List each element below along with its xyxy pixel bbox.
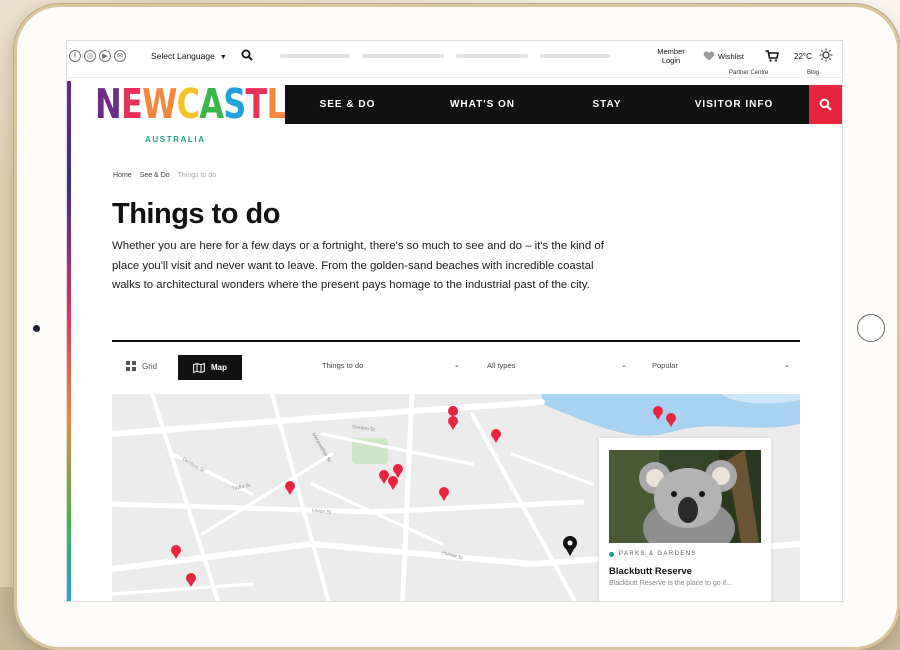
secondary-link[interactable] <box>280 54 350 58</box>
instagram-icon[interactable]: ◎ <box>84 50 96 62</box>
map-icon <box>193 362 205 373</box>
sort-select[interactable]: Popular ⌄ <box>652 361 792 370</box>
language-select[interactable]: Select Language ▼ <box>151 51 227 61</box>
types-value: All types <box>487 361 516 370</box>
map-popup-card[interactable]: PARKS & GARDENS Blackbutt Reserve Blackb… <box>599 438 771 601</box>
chevron-down-icon: ⌄ <box>454 362 460 369</box>
logo-letter: E <box>120 80 143 128</box>
logo-letter: A <box>199 80 224 128</box>
breadcrumb-see-do[interactable]: See & Do <box>140 172 170 179</box>
logo-letter: N <box>95 80 122 128</box>
breadcrumb: Home See & Do Things to do <box>113 172 216 179</box>
filter-bar: Grid Map Things to do ⌄ All types ⌄ Popu… <box>112 354 800 381</box>
chevron-down-icon: ⌄ <box>621 362 627 369</box>
card-category: PARKS & GARDENS <box>609 551 697 557</box>
nav-item-visitor-info[interactable]: VISITOR INFO <box>659 85 809 124</box>
types-select[interactable]: All types ⌄ <box>487 361 627 370</box>
email-icon[interactable]: ✉ <box>114 50 126 62</box>
map-view[interactable]: Merewether St Gordon St Denison St Tudor… <box>112 394 800 601</box>
newcastle-logo[interactable]: NEWCASTLE <box>95 80 308 128</box>
secondary-link[interactable] <box>540 54 610 58</box>
secondary-links <box>280 54 610 58</box>
social-links: f ◎ ▶ ✉ <box>69 50 126 62</box>
secondary-link[interactable] <box>456 54 528 58</box>
divider <box>112 340 800 342</box>
nav-item-see-do[interactable]: SEE & DO <box>285 85 410 124</box>
search-icon <box>819 98 832 111</box>
map-view-button[interactable]: Map <box>178 355 242 380</box>
grid-label: Grid <box>142 361 158 371</box>
brand-color-bar <box>67 81 71 601</box>
map-label: Map <box>211 363 227 372</box>
utility-bar: f ◎ ▶ ✉ Select Language ▼ Member Login Wi… <box>67 41 842 78</box>
wishlist-link[interactable]: Wishlist <box>703 51 744 61</box>
category-dot-icon <box>609 551 614 557</box>
partner-centre-link[interactable]: Partner Centre <box>729 70 768 76</box>
logo-letter: C <box>176 80 200 128</box>
logo-letter: L <box>266 80 287 128</box>
wishlist-label: Wishlist <box>718 51 744 61</box>
page-intro: Whether you are here for a few days or a… <box>112 240 604 291</box>
card-description: Blackbutt Reserve is the place to go if.… <box>609 580 732 587</box>
category-select[interactable]: Things to do ⌄ <box>322 361 460 370</box>
tablet-home-button[interactable] <box>857 314 885 342</box>
grid-icon <box>126 361 136 371</box>
logo-subtitle: AUSTRALIA <box>145 135 206 144</box>
nav-item-whats-on[interactable]: WHAT'S ON <box>410 85 555 124</box>
nav-search-button[interactable] <box>809 85 842 124</box>
koala-photo <box>609 450 761 543</box>
tablet-camera <box>33 325 40 332</box>
cart-icon[interactable] <box>765 50 779 62</box>
main-nav: SEE & DO WHAT'S ON STAY VISITOR INFO <box>285 85 809 124</box>
browser-screen: f ◎ ▶ ✉ Select Language ▼ Member Login Wi… <box>66 40 843 602</box>
secondary-link[interactable] <box>362 54 444 58</box>
breadcrumb-home[interactable]: Home <box>113 172 132 179</box>
facebook-icon[interactable]: f <box>69 50 81 62</box>
logo-letter: T <box>245 80 267 128</box>
category-value: Things to do <box>322 361 364 370</box>
blog-link[interactable]: Blog <box>807 70 819 76</box>
heart-icon <box>703 51 715 61</box>
chevron-down-icon: ⌄ <box>784 362 790 369</box>
logo-letter: S <box>223 80 246 128</box>
card-category-label: PARKS & GARDENS <box>619 551 697 557</box>
member-login-link[interactable]: Member Login <box>651 47 691 65</box>
temperature: 22°C <box>794 52 812 61</box>
page-title: Things to do <box>112 198 280 230</box>
card-title[interactable]: Blackbutt Reserve <box>609 566 692 577</box>
logo-letter: W <box>142 80 177 128</box>
search-icon[interactable] <box>241 49 253 61</box>
nav-item-stay[interactable]: STAY <box>555 85 659 124</box>
language-label: Select Language <box>151 51 215 61</box>
breadcrumb-current: Things to do <box>177 172 217 179</box>
youtube-icon[interactable]: ▶ <box>99 50 111 62</box>
grid-view-button[interactable]: Grid <box>126 361 157 371</box>
chevron-down-icon: ▼ <box>219 54 227 61</box>
sort-value: Popular <box>652 361 678 370</box>
weather-sun-icon <box>819 48 833 62</box>
